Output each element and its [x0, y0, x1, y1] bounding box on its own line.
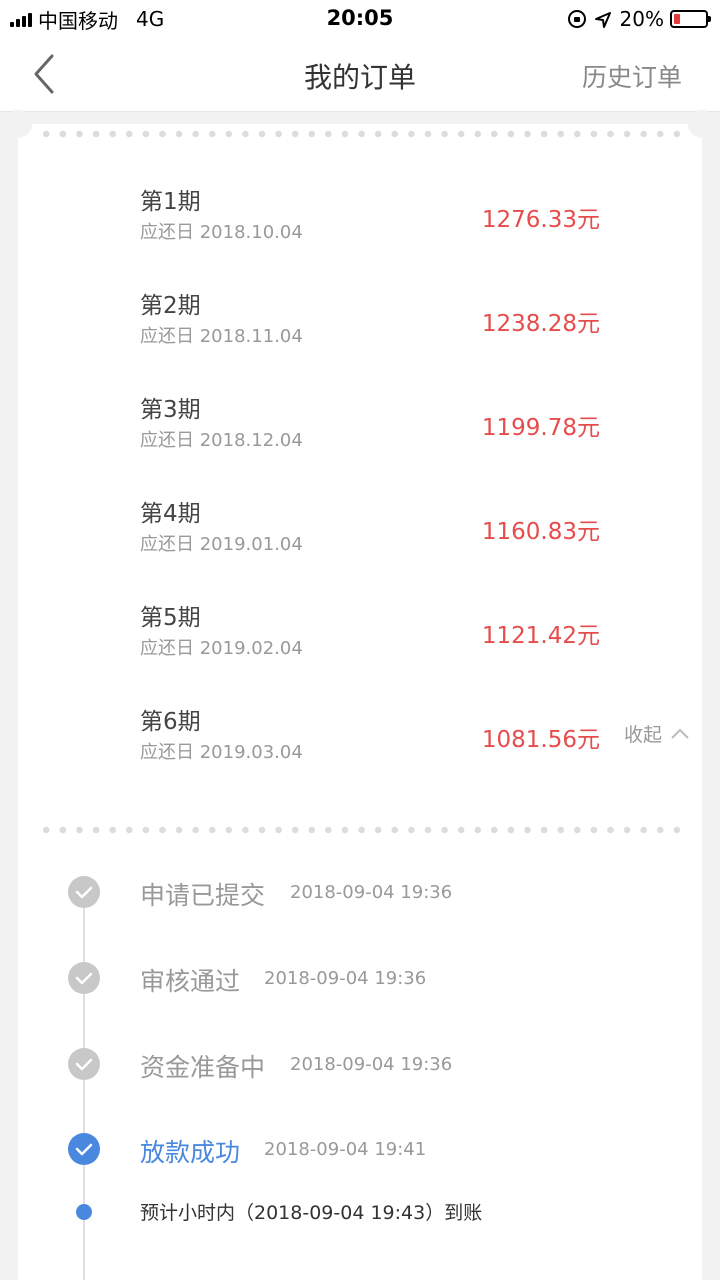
location-arrow-icon [594, 10, 612, 28]
nav-bar: 我的订单 历史订单 [0, 38, 720, 112]
step-time: 2018-09-04 19:36 [290, 882, 453, 903]
check-circle-icon [68, 876, 100, 908]
timeline-line [83, 896, 85, 1280]
step-title: 申请已提交 [140, 881, 266, 910]
installment-row: 第2期 应还日 2018.11.04 1238.28元 [140, 286, 700, 366]
collapse-label: 收起 [623, 724, 662, 746]
dotted-divider [38, 826, 682, 834]
installment-row: 第4期 应还日 2019.01.04 1160.83元 [140, 494, 700, 574]
installment-label: 第1期 [140, 189, 201, 215]
installment-row: 第5期 应还日 2019.02.04 1121.42元 [140, 598, 700, 678]
installment-label: 第2期 [140, 293, 201, 319]
check-circle-icon [68, 1133, 100, 1165]
installment-amount: 1199.78元 [481, 415, 600, 441]
battery-level [674, 14, 680, 24]
battery-percent: 20% [619, 7, 664, 31]
installment-row: 第6期 应还日 2019.03.04 1081.56元 收起 [140, 702, 700, 782]
check-circle-icon [68, 962, 100, 994]
rotation-lock-icon [567, 10, 586, 28]
installment-label: 第5期 [140, 605, 201, 631]
installment-row: 第3期 应还日 2018.12.04 1199.78元 [140, 390, 700, 470]
due-date: 应还日 2018.11.04 [140, 326, 303, 347]
timeline-dot [76, 1204, 92, 1220]
installment-amount: 1160.83元 [481, 519, 600, 545]
card-notch [688, 110, 716, 138]
arrival-estimate: 预计小时内（2018-09-04 19:43）到账 [140, 1202, 483, 1224]
chevron-up-icon [671, 728, 689, 739]
step-title: 放款成功 [140, 1138, 241, 1167]
due-date: 应还日 2019.02.04 [140, 638, 303, 659]
status-bar: 中国移动 4G 20:05 20% [0, 0, 720, 38]
card-notch [4, 110, 32, 138]
installment-label: 第6期 [140, 709, 201, 735]
step-time: 2018-09-04 19:41 [264, 1139, 427, 1160]
history-orders-link[interactable]: 历史订单 [582, 58, 682, 94]
due-date: 应还日 2019.03.04 [140, 742, 303, 763]
status-right: 20% [567, 6, 711, 32]
order-card: 第1期 应还日 2018.10.04 1276.33元 第2期 应还日 2018… [4, 110, 716, 1280]
check-circle-icon [68, 1048, 100, 1080]
installment-amount: 1276.33元 [481, 207, 600, 233]
due-date: 应还日 2018.12.04 [140, 430, 303, 451]
installment-label: 第3期 [140, 397, 201, 423]
due-date: 应还日 2019.01.04 [140, 534, 303, 555]
collapse-button[interactable]: 收起 [624, 720, 690, 747]
due-date: 应还日 2018.10.04 [140, 222, 303, 243]
installment-label: 第4期 [140, 501, 201, 527]
installment-amount: 1121.42元 [481, 623, 600, 649]
dotted-divider [38, 130, 682, 138]
installment-amount: 1081.56元 [481, 727, 600, 753]
step-title: 审核通过 [140, 967, 241, 996]
battery-icon [670, 10, 711, 28]
installment-row: 第1期 应还日 2018.10.04 1276.33元 [140, 182, 700, 262]
step-time: 2018-09-04 19:36 [290, 1054, 453, 1075]
step-title: 资金准备中 [140, 1053, 266, 1082]
step-time: 2018-09-04 19:36 [264, 968, 427, 989]
installment-amount: 1238.28元 [481, 311, 600, 337]
